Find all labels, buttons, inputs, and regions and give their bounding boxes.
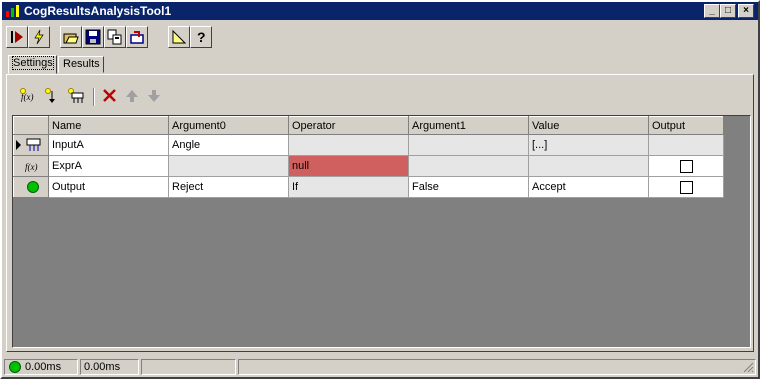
green-status-icon <box>27 181 39 193</box>
help-icon: ? <box>197 29 206 45</box>
move-down-icon[interactable] <box>145 87 163 105</box>
copy-button[interactable] <box>104 26 126 48</box>
title-bar: CogResultsAnalysisTool1 _ □ × <box>2 2 758 20</box>
output-cell <box>648 155 724 177</box>
column-header-argument0[interactable]: Argument0 <box>168 116 289 135</box>
size-grip-icon[interactable] <box>742 361 754 373</box>
status-pane-3 <box>141 359 236 375</box>
live-button[interactable] <box>28 26 50 48</box>
svg-text:f(x): f(x) <box>25 162 38 172</box>
app-icon <box>6 5 19 17</box>
status-pane-4 <box>238 359 756 375</box>
row-header[interactable]: f(x) <box>13 155 49 177</box>
column-header-operator[interactable]: Operator <box>288 116 409 135</box>
operator-cell[interactable] <box>288 134 409 156</box>
row-header[interactable] <box>13 134 49 156</box>
output-cell <box>648 176 724 198</box>
argument0-cell[interactable]: Angle <box>168 134 289 156</box>
lightning-icon <box>34 29 44 45</box>
table-row[interactable]: InputA Angle [...] <box>13 134 724 156</box>
add-function-icon[interactable]: f(x) <box>19 87 37 105</box>
status-pane-2: 0.00ms <box>80 359 139 375</box>
save-button[interactable] <box>82 26 104 48</box>
minimize-button[interactable]: _ <box>704 4 720 18</box>
output-cell <box>648 134 724 156</box>
argument0-cell[interactable] <box>168 155 289 177</box>
function-icon: f(x) <box>25 162 38 172</box>
operator-cell[interactable]: If <box>288 176 409 198</box>
column-header-value[interactable]: Value <box>528 116 649 135</box>
open-button[interactable] <box>60 26 82 48</box>
tab-settings[interactable]: Settings <box>8 55 57 74</box>
total-time: 0.00ms <box>84 361 121 373</box>
output-checkbox[interactable] <box>680 159 693 173</box>
delete-icon[interactable] <box>101 87 119 105</box>
add-output-icon[interactable] <box>67 87 85 105</box>
header-row: Name Argument0 Operator Argument1 Value … <box>13 116 724 135</box>
settings-panel: f(x) Name Argument0 Operator Argument1 V… <box>6 74 754 352</box>
toolbar-separator <box>93 88 95 106</box>
import-button[interactable] <box>126 26 148 48</box>
name-cell[interactable]: InputA <box>48 134 169 156</box>
name-cell[interactable]: ExprA <box>48 155 169 177</box>
table-row[interactable]: f(x) ExprA null <box>13 155 724 177</box>
row-header[interactable] <box>13 176 49 198</box>
open-folder-icon <box>63 33 79 44</box>
close-button[interactable]: × <box>738 4 754 18</box>
argument1-cell[interactable]: False <box>408 176 529 198</box>
tool-window: CogResultsAnalysisTool1 _ □ × ? Settings… <box>0 0 760 379</box>
value-cell[interactable] <box>528 155 649 177</box>
expression-grid: Name Argument0 Operator Argument1 Value … <box>12 115 751 348</box>
name-cell[interactable]: Output <box>48 176 169 198</box>
status-pane-1: 0.00ms <box>4 359 78 375</box>
elapsed-time: 0.00ms <box>25 361 62 373</box>
help-button[interactable]: ? <box>190 26 212 48</box>
add-input-icon[interactable] <box>43 87 61 105</box>
corner-cell <box>13 116 49 135</box>
status-bar: 0.00ms 0.00ms <box>2 357 758 377</box>
settings-tool-button[interactable] <box>168 26 190 48</box>
run-button[interactable] <box>6 26 28 48</box>
import-icon <box>130 31 144 44</box>
column-header-name[interactable]: Name <box>48 116 169 135</box>
tab-results[interactable]: Results <box>58 56 104 73</box>
value-cell[interactable]: [...] <box>528 134 649 156</box>
argument1-cell[interactable] <box>408 155 529 177</box>
run-icon <box>11 31 23 43</box>
output-checkbox[interactable] <box>680 180 693 194</box>
maximize-button[interactable]: □ <box>720 4 736 18</box>
save-disk-icon <box>85 29 101 45</box>
column-header-output[interactable]: Output <box>648 116 724 135</box>
argument0-cell[interactable]: Reject <box>168 176 289 198</box>
green-status-icon <box>9 361 21 373</box>
move-up-icon[interactable] <box>123 87 141 105</box>
operator-cell[interactable]: null <box>288 155 409 177</box>
svg-text:?: ? <box>197 29 206 45</box>
current-row-arrow-icon <box>16 140 21 150</box>
copy-icon <box>107 29 122 45</box>
argument1-cell[interactable] <box>408 134 529 156</box>
input-icon <box>26 138 41 151</box>
value-cell[interactable]: Accept <box>528 176 649 198</box>
table-row[interactable]: Output Reject If False Accept <box>13 176 724 198</box>
column-header-argument1[interactable]: Argument1 <box>408 116 529 135</box>
ruler-icon <box>172 29 187 44</box>
window-title: CogResultsAnalysisTool1 <box>24 4 172 18</box>
